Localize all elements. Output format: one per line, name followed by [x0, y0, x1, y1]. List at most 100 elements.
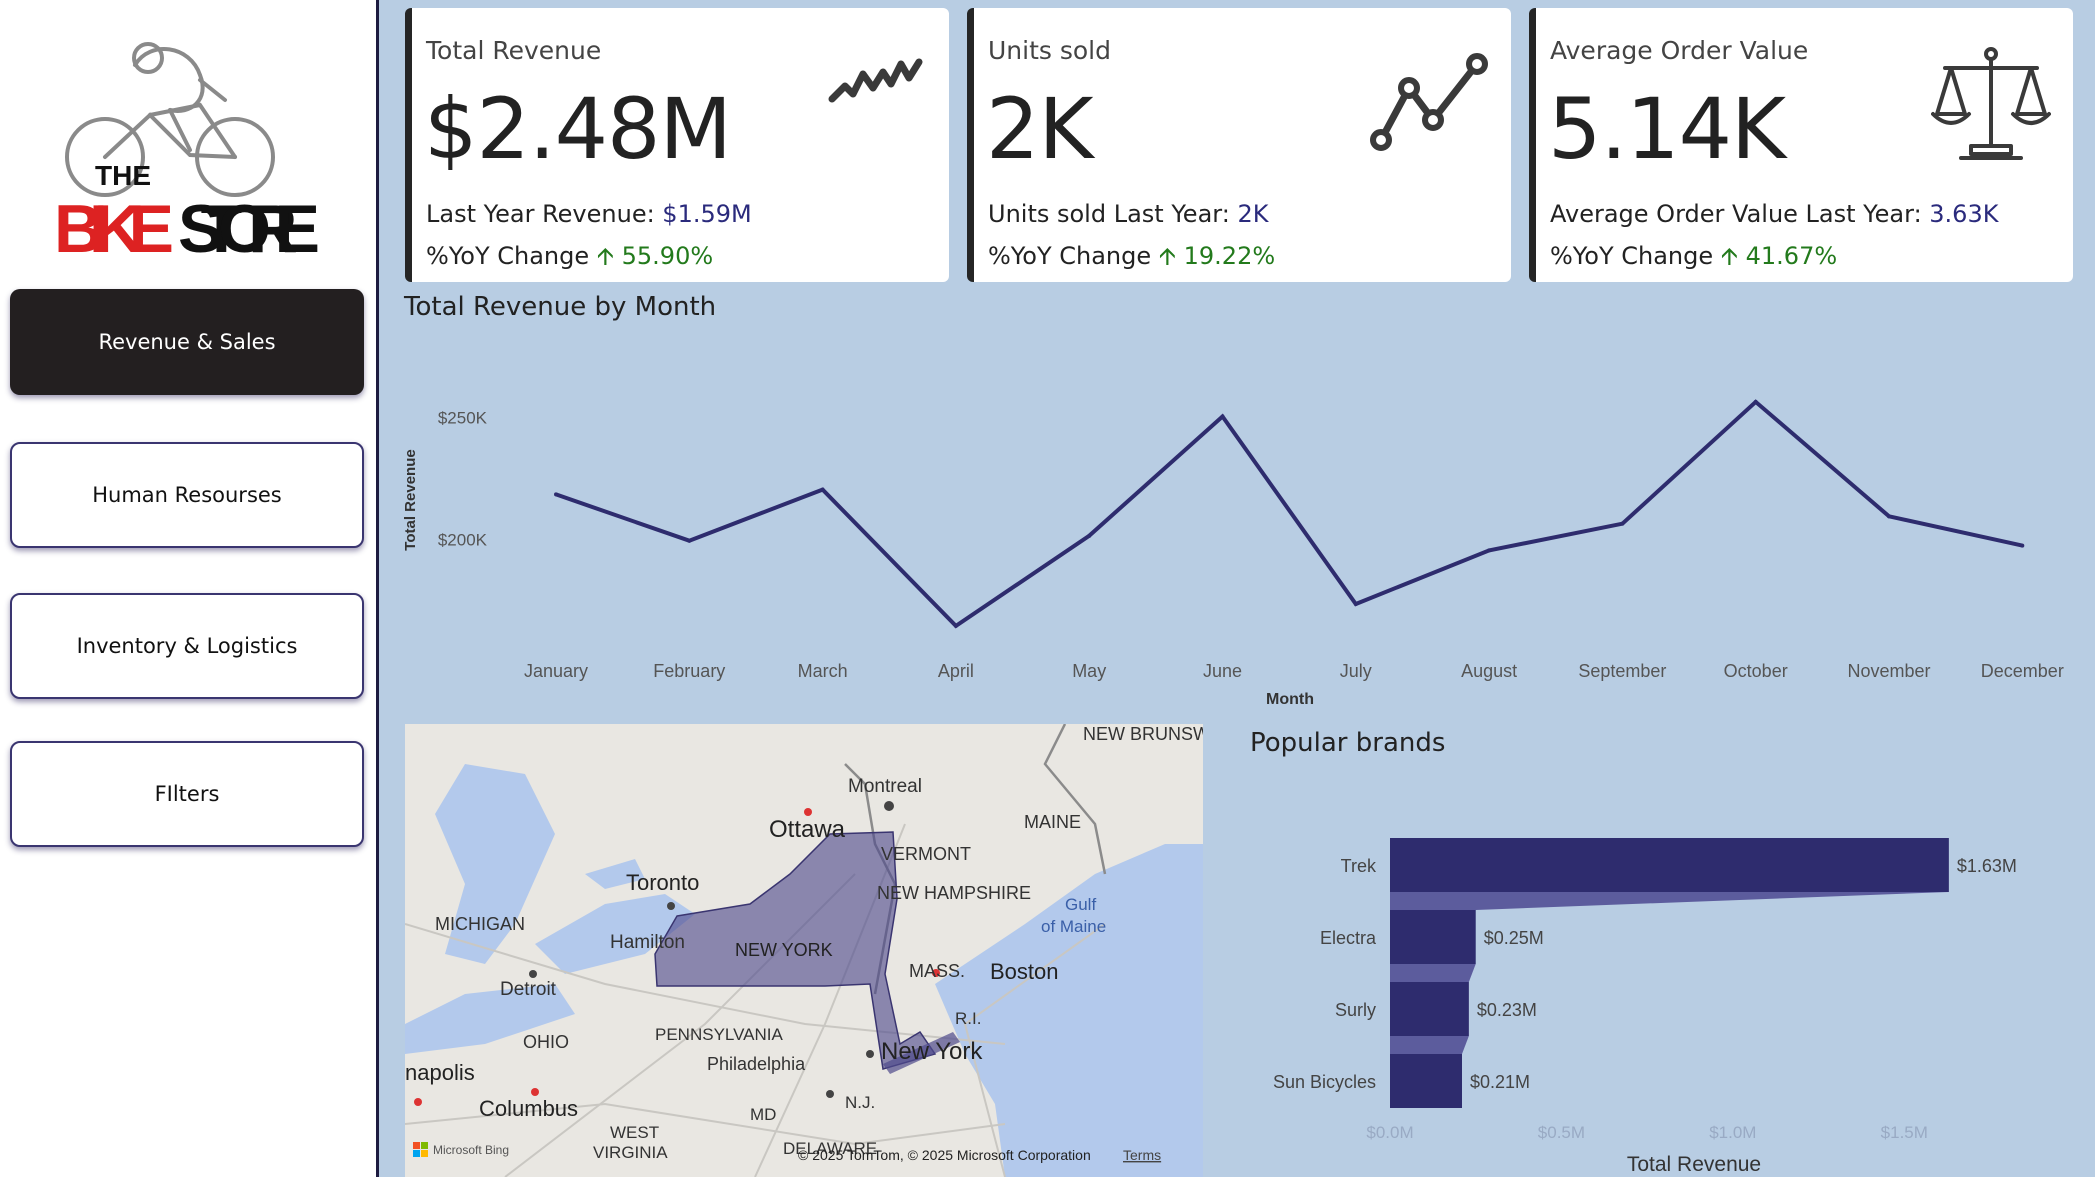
data-point	[1887, 514, 1891, 519]
kpi-yoy-value: 41.67%	[1745, 242, 1838, 270]
data-point	[1353, 602, 1358, 606]
kpi-last-year-label: Last Year Revenue:	[426, 200, 663, 228]
kpi-title: Units sold	[988, 36, 1111, 65]
kpi-value: 5.14K	[1548, 80, 1786, 178]
kpi-yoy-value: 55.90%	[621, 242, 714, 270]
kpi-last-year-label: Units sold Last Year:	[988, 200, 1238, 228]
map-label: MAINE	[1024, 812, 1081, 832]
x-axis-label: Month	[1266, 691, 1314, 708]
bar-category-label: Trek	[1341, 856, 1377, 876]
kpi-yoy-value: 19.22%	[1183, 242, 1276, 270]
data-point	[2020, 543, 2025, 548]
kpi-yoy-label: %YoY Change	[988, 242, 1159, 270]
map-label: napolis	[405, 1060, 475, 1085]
bar-category-label: Sun Bicycles	[1273, 1072, 1376, 1092]
bike-store-logo: THE BIKE STORE	[54, 42, 320, 267]
bar-category-label: Surly	[1335, 1000, 1376, 1020]
x-tick-label: April	[938, 661, 974, 681]
data-point	[1220, 414, 1225, 419]
line-chart-title: Total Revenue by Month	[404, 292, 717, 322]
revenue-series-line	[555, 399, 2023, 629]
bar	[1390, 838, 1949, 892]
map-label: Toronto	[626, 870, 699, 895]
kpi-last-year-label: Average Order Value Last Year:	[1550, 200, 1930, 228]
x-tick-label: $1.0M	[1709, 1123, 1756, 1142]
map-label: N.J.	[845, 1093, 875, 1112]
map-terms-link[interactable]: Terms	[1123, 1147, 1161, 1163]
logo-bike: BIKE	[54, 191, 174, 267]
map-label: VIRGINIA	[593, 1143, 668, 1162]
kpi-last-year-value: $1.59M	[662, 200, 752, 228]
data-point	[554, 492, 558, 497]
x-tick-label: May	[1072, 661, 1106, 681]
y-tick-label: $250K	[438, 409, 488, 428]
kpi-card-total-revenue[interactable]: Total Revenue $2.48M Last Year Revenue: …	[405, 8, 949, 282]
kpi-yoy-row: %YoY Change 🡩 19.22%	[988, 239, 1275, 280]
map-attribution: © 2025 TomTom, © 2025 Microsoft Corporat…	[798, 1147, 1091, 1163]
kpi-yoy-row: %YoY Change 🡩 41.67%	[1550, 239, 1837, 280]
kpi-yoy-label: %YoY Change	[1550, 242, 1721, 270]
bar-ribbon	[1390, 964, 1476, 982]
kpi-yoy-label: %YoY Change	[426, 242, 597, 270]
map-label: of Maine	[1041, 917, 1106, 936]
bar	[1390, 910, 1476, 964]
map-label: OHIO	[523, 1032, 569, 1052]
map-label: Philadelphia	[707, 1054, 806, 1074]
map-label: MICHIGAN	[435, 914, 525, 934]
kpi-title: Average Order Value	[1550, 36, 1809, 65]
data-point	[687, 538, 692, 543]
map-label: Boston	[990, 959, 1059, 984]
brands-chart-title: Popular brands	[1250, 728, 1446, 758]
line-graph-icon	[1370, 53, 1488, 151]
bar-ribbon	[1390, 1036, 1469, 1054]
kpi-last-year-row: Average Order Value Last Year: 3.63K	[1550, 200, 1998, 228]
x-tick-label: July	[1340, 661, 1372, 681]
y-axis-label: Total Revenue	[402, 449, 419, 550]
sidebar: THE BIKE STORE Revenue & Sales Human Res…	[0, 0, 379, 1177]
map-label: VERMONT	[881, 844, 971, 864]
kpi-last-year-value: 3.63K	[1929, 200, 1999, 228]
kpi-yoy-row: %YoY Change 🡩 55.90%	[426, 239, 713, 280]
x-tick-label: December	[1981, 661, 2064, 681]
map-label: Hamilton	[610, 932, 685, 953]
x-tick-label: January	[524, 661, 588, 681]
bar-ribbon	[1390, 892, 1949, 910]
kpi-last-year-row: Units sold Last Year: 2K	[988, 200, 1268, 228]
kpi-value: $2.48M	[424, 80, 732, 178]
arrow-up-icon: 🡩	[596, 242, 614, 270]
arrow-up-icon: 🡩	[1720, 242, 1738, 270]
bar-data-label: $0.21M	[1470, 1072, 1530, 1092]
trend-squiggle-icon	[828, 58, 923, 103]
x-tick-label: November	[1847, 661, 1930, 681]
data-point	[1620, 521, 1625, 526]
x-tick-label: March	[798, 661, 848, 681]
x-tick-label: September	[1578, 661, 1666, 681]
nav-button-inventory-logistics[interactable]: Inventory & Logistics	[10, 593, 364, 699]
map-label: WEST	[610, 1123, 659, 1142]
map-label: Columbus	[479, 1096, 578, 1121]
revenue-by-month-line-chart[interactable]: $200K $250K Total Revenue January February Ma…	[379, 330, 2095, 720]
nav-button-revenue-sales[interactable]: Revenue & Sales	[10, 289, 364, 395]
map-label: PENNSYLVANIA	[655, 1025, 784, 1044]
nav-button-human-resources[interactable]: Human Resourses	[10, 442, 364, 548]
x-tick-label: $1.5M	[1881, 1123, 1928, 1142]
bar	[1390, 982, 1469, 1036]
popular-brands-bar-chart[interactable]: Trek $1.63M Electra $0.25M Surly $0.23M Sun Bi…	[1209, 770, 2095, 1177]
nav-button-filters[interactable]: FIlters	[10, 741, 364, 847]
logo-store: STORE	[178, 191, 320, 267]
kpi-card-average-order-value[interactable]: Average Order Value 5.14K Average Order …	[1529, 8, 2073, 282]
kpi-last-year-row: Last Year Revenue: $1.59M	[426, 200, 752, 228]
balance-scale-icon	[1931, 47, 2051, 160]
map-label: NEW YORK	[735, 940, 833, 960]
x-tick-label: $0.0M	[1366, 1123, 1413, 1142]
x-tick-label: February	[653, 661, 725, 681]
revenue-map[interactable]: NEW BRUNSW Montreal Ottawa VERMONT MAINE…	[405, 724, 1203, 1177]
x-tick-label: October	[1724, 661, 1788, 681]
dashboard-main: Total Revenue $2.48M Last Year Revenue: …	[379, 0, 2095, 1177]
map-label: MD	[750, 1105, 776, 1124]
map-label: Montreal	[848, 776, 922, 797]
bar	[1390, 1054, 1462, 1108]
map-label: R.I.	[955, 1009, 981, 1028]
map-label: NEW HAMPSHIRE	[877, 883, 1031, 903]
kpi-card-units-sold[interactable]: Units sold 2K Units sold Last Year: 2K %…	[967, 8, 1511, 282]
